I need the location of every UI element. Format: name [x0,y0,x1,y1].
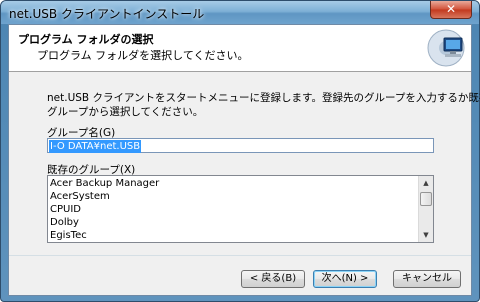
group-name-value: I-O DATA¥net.USB [49,140,142,153]
instructions-line-1: net.USB クライアントをスタートメニューに登録します。登録先のグループを入… [47,92,480,104]
page-subtitle: プログラム フォルダを選択してください。 [37,49,249,62]
scroll-thumb[interactable] [420,192,432,206]
installer-window: net.USB クライアントインストール ✕ プログラム フォルダの選択 プログ… [0,0,480,302]
close-icon: ✕ [445,2,457,16]
close-button[interactable]: ✕ [430,1,472,19]
dialog-client-area: プログラム フォルダの選択 プログラム フォルダを選択してください。 net.U… [8,24,480,296]
divider [9,255,471,256]
list-item[interactable]: Acer Backup Manager [50,177,159,190]
instructions: net.USB クライアントをスタートメニューに登録します。登録先のグループを入… [47,91,480,119]
title-bar[interactable]: net.USB クライアントインストール ✕ [1,1,479,24]
cancel-button[interactable]: キャンセル [393,270,461,288]
instructions-line-2: グループから選択してください。 [47,106,204,118]
back-button[interactable]: < 戻る(B) [241,270,305,288]
list-item[interactable]: AcerSystem [50,190,110,203]
list-item[interactable]: CPUID [50,203,81,216]
group-name-input[interactable]: I-O DATA¥net.USB [47,138,434,153]
existing-groups-list[interactable]: Acer Backup Manager AcerSystem CPUID Dol… [47,175,434,243]
scroll-up-icon[interactable]: ▲ [419,176,433,190]
window-title: net.USB クライアントインストール [9,7,205,21]
list-item[interactable]: Dolby [50,216,79,229]
wizard-header: プログラム フォルダの選択 プログラム フォルダを選択してください。 [9,25,471,72]
scroll-down-icon[interactable]: ▼ [419,228,433,242]
page-title: プログラム フォルダの選択 [18,33,154,46]
next-button[interactable]: 次へ(N) > [313,270,377,288]
list-scrollbar[interactable]: ▲ ▼ [418,176,433,242]
computer-install-icon [427,29,465,67]
list-item[interactable]: EgisTec [50,229,87,242]
